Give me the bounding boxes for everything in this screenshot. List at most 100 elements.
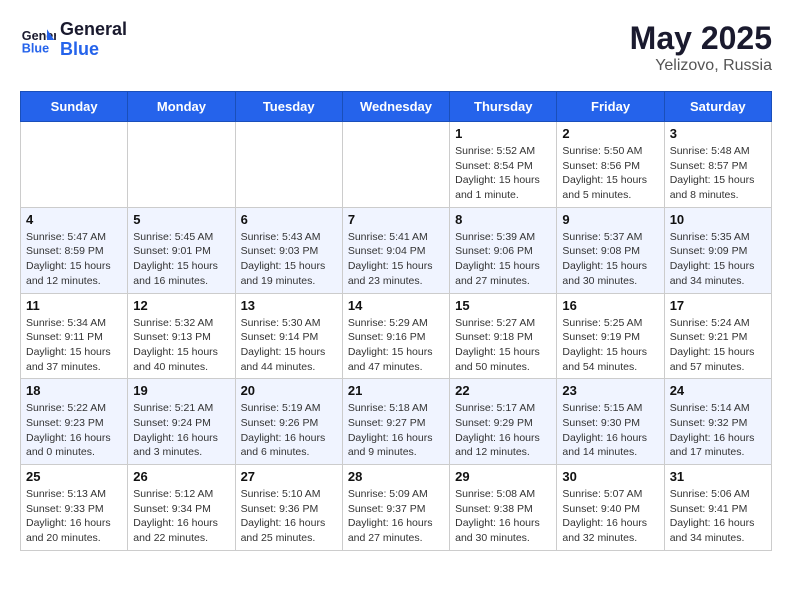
day-cell-3: 3 Sunrise: 5:48 AMSunset: 8:57 PMDaylight… [664,122,771,208]
logo-icon: General Blue [20,22,56,58]
day-info: Sunrise: 5:22 AMSunset: 9:23 PMDaylight:… [26,401,122,460]
logo: General Blue GeneralBlue [20,20,127,60]
day-cell-23: 23 Sunrise: 5:15 AMSunset: 9:30 PMDayligh… [557,379,664,465]
day-number: 29 [455,469,551,484]
day-number: 11 [26,298,122,313]
weekday-monday: Monday [128,92,235,122]
svg-text:Blue: Blue [22,41,49,55]
day-cell-14: 14Sunrise: 5:29 AMSunset: 9:16 PMDayligh… [342,293,449,379]
day-number: 19 [133,383,229,398]
day-info: Sunrise: 5:39 AMSunset: 9:06 PMDaylight:… [455,230,551,289]
day-number: 4 [26,212,122,227]
weekday-header-row: SundayMondayTuesdayWednesdayThursdayFrid… [21,92,772,122]
weekday-wednesday: Wednesday [342,92,449,122]
day-cell-12: 12Sunrise: 5:32 AMSunset: 9:13 PMDayligh… [128,293,235,379]
day-number: 15 [455,298,551,313]
day-info: Sunrise: 5:32 AMSunset: 9:13 PMDaylight:… [133,316,229,375]
day-info: Sunrise: 5:21 AMSunset: 9:24 PMDaylight:… [133,401,229,460]
day-cell-31: 31 Sunrise: 5:06 AMSunset: 9:41 PMDayligh… [664,465,771,551]
day-number: 23 [562,383,658,398]
day-number: 7 [348,212,444,227]
day-number: 9 [562,212,658,227]
day-info: Sunrise: 5:48 AMSunset: 8:57 PMDaylight:… [670,144,766,203]
day-info: Sunrise: 5:10 AMSunset: 9:36 PMDaylight:… [241,487,337,546]
day-info: Sunrise: 5:27 AMSunset: 9:18 PMDaylight:… [455,316,551,375]
day-info: Sunrise: 5:07 AMSunset: 9:40 PMDaylight:… [562,487,658,546]
day-number: 24 [670,383,766,398]
day-info: Sunrise: 5:37 AMSunset: 9:08 PMDaylight:… [562,230,658,289]
day-cell-10: 10 Sunrise: 5:35 AMSunset: 9:09 PMDayligh… [664,207,771,293]
day-info: Sunrise: 5:17 AMSunset: 9:29 PMDaylight:… [455,401,551,460]
day-info: Sunrise: 5:29 AMSunset: 9:16 PMDaylight:… [348,316,444,375]
day-info: Sunrise: 5:35 AMSunset: 9:09 PMDaylight:… [670,230,766,289]
empty-cell [21,122,128,208]
day-info: Sunrise: 5:09 AMSunset: 9:37 PMDaylight:… [348,487,444,546]
day-cell-18: 18Sunrise: 5:22 AMSunset: 9:23 PMDayligh… [21,379,128,465]
month-year: May 2025 [630,20,772,57]
day-info: Sunrise: 5:52 AMSunset: 8:54 PMDaylight:… [455,144,551,203]
location: Yelizovo, Russia [630,57,772,75]
day-cell-30: 30 Sunrise: 5:07 AMSunset: 9:40 PMDayligh… [557,465,664,551]
day-info: Sunrise: 5:43 AMSunset: 9:03 PMDaylight:… [241,230,337,289]
day-cell-7: 7 Sunrise: 5:41 AMSunset: 9:04 PMDaylight… [342,207,449,293]
day-info: Sunrise: 5:19 AMSunset: 9:26 PMDaylight:… [241,401,337,460]
day-number: 2 [562,126,658,141]
day-number: 13 [241,298,337,313]
title-block: May 2025 Yelizovo, Russia [630,20,772,75]
day-number: 1 [455,126,551,141]
day-cell-22: 22Sunrise: 5:17 AMSunset: 9:29 PMDayligh… [450,379,557,465]
week-row-5: 25Sunrise: 5:13 AMSunset: 9:33 PMDayligh… [21,465,772,551]
day-cell-27: 27Sunrise: 5:10 AMSunset: 9:36 PMDayligh… [235,465,342,551]
day-info: Sunrise: 5:13 AMSunset: 9:33 PMDaylight:… [26,487,122,546]
day-cell-9: 9 Sunrise: 5:37 AMSunset: 9:08 PMDaylight… [557,207,664,293]
day-cell-15: 15 Sunrise: 5:27 AMSunset: 9:18 PMDayligh… [450,293,557,379]
day-number: 8 [455,212,551,227]
week-row-4: 18Sunrise: 5:22 AMSunset: 9:23 PMDayligh… [21,379,772,465]
day-info: Sunrise: 5:25 AMSunset: 9:19 PMDaylight:… [562,316,658,375]
calendar-body: 1 Sunrise: 5:52 AMSunset: 8:54 PMDaylight… [21,122,772,551]
day-cell-13: 13 Sunrise: 5:30 AMSunset: 9:14 PMDayligh… [235,293,342,379]
empty-cell [128,122,235,208]
weekday-friday: Friday [557,92,664,122]
day-info: Sunrise: 5:06 AMSunset: 9:41 PMDaylight:… [670,487,766,546]
day-number: 16 [562,298,658,313]
day-info: Sunrise: 5:15 AMSunset: 9:30 PMDaylight:… [562,401,658,460]
day-info: Sunrise: 5:41 AMSunset: 9:04 PMDaylight:… [348,230,444,289]
day-cell-11: 11Sunrise: 5:34 AMSunset: 9:11 PMDayligh… [21,293,128,379]
day-cell-28: 28 Sunrise: 5:09 AMSunset: 9:37 PMDayligh… [342,465,449,551]
day-number: 5 [133,212,229,227]
day-info: Sunrise: 5:50 AMSunset: 8:56 PMDaylight:… [562,144,658,203]
day-number: 28 [348,469,444,484]
weekday-thursday: Thursday [450,92,557,122]
day-cell-1: 1 Sunrise: 5:52 AMSunset: 8:54 PMDaylight… [450,122,557,208]
week-row-3: 11Sunrise: 5:34 AMSunset: 9:11 PMDayligh… [21,293,772,379]
day-cell-20: 20 Sunrise: 5:19 AMSunset: 9:26 PMDayligh… [235,379,342,465]
weekday-saturday: Saturday [664,92,771,122]
week-row-2: 4 Sunrise: 5:47 AMSunset: 8:59 PMDaylight… [21,207,772,293]
day-cell-21: 21Sunrise: 5:18 AMSunset: 9:27 PMDayligh… [342,379,449,465]
weekday-sunday: Sunday [21,92,128,122]
day-number: 20 [241,383,337,398]
day-number: 30 [562,469,658,484]
day-cell-29: 29 Sunrise: 5:08 AMSunset: 9:38 PMDayligh… [450,465,557,551]
day-info: Sunrise: 5:30 AMSunset: 9:14 PMDaylight:… [241,316,337,375]
day-cell-8: 8 Sunrise: 5:39 AMSunset: 9:06 PMDaylight… [450,207,557,293]
day-number: 31 [670,469,766,484]
day-number: 3 [670,126,766,141]
page-header: General Blue GeneralBlue May 2025 Yelizo… [20,20,772,75]
calendar-table: SundayMondayTuesdayWednesdayThursdayFrid… [20,91,772,551]
day-number: 26 [133,469,229,484]
day-cell-6: 6Sunrise: 5:43 AMSunset: 9:03 PMDaylight… [235,207,342,293]
logo-text: GeneralBlue [60,20,127,60]
day-info: Sunrise: 5:47 AMSunset: 8:59 PMDaylight:… [26,230,122,289]
day-number: 10 [670,212,766,227]
day-cell-26: 26Sunrise: 5:12 AMSunset: 9:34 PMDayligh… [128,465,235,551]
day-cell-17: 17 Sunrise: 5:24 AMSunset: 9:21 PMDayligh… [664,293,771,379]
day-info: Sunrise: 5:14 AMSunset: 9:32 PMDaylight:… [670,401,766,460]
day-number: 17 [670,298,766,313]
day-info: Sunrise: 5:24 AMSunset: 9:21 PMDaylight:… [670,316,766,375]
empty-cell [342,122,449,208]
day-cell-25: 25Sunrise: 5:13 AMSunset: 9:33 PMDayligh… [21,465,128,551]
week-row-1: 1 Sunrise: 5:52 AMSunset: 8:54 PMDaylight… [21,122,772,208]
day-info: Sunrise: 5:08 AMSunset: 9:38 PMDaylight:… [455,487,551,546]
